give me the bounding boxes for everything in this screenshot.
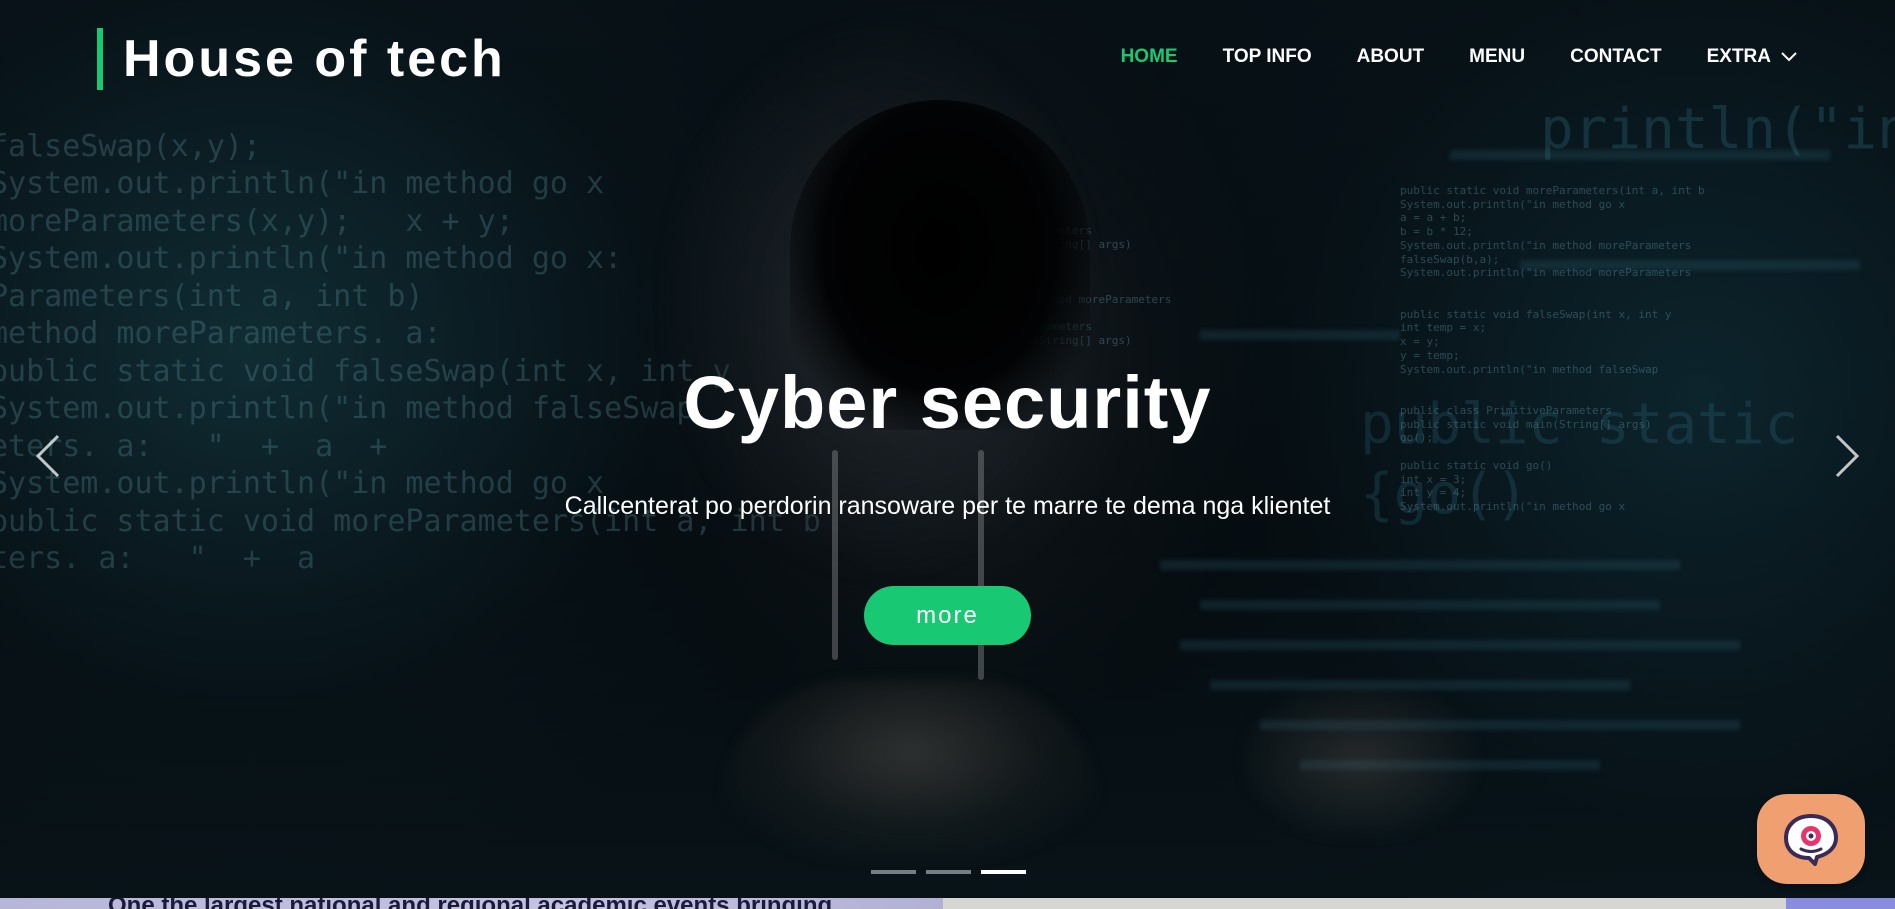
nav-item-contact[interactable]: CONTACT (1570, 46, 1661, 68)
carousel-indicator-3[interactable] (981, 870, 1026, 874)
next-section-teaser: One the largest national and regional ac… (108, 898, 832, 909)
carousel-indicator-2[interactable] (926, 870, 971, 874)
main-nav: HOME TOP INFO ABOUT MENU CONTACT EXTRA (1076, 46, 1797, 68)
hero-subtitle: Callcenterat po perdorin ransoware per t… (564, 492, 1331, 520)
nav-item-top-info[interactable]: TOP INFO (1223, 46, 1312, 68)
nav-item-menu[interactable]: MENU (1469, 46, 1525, 68)
chat-bubble-icon (1784, 814, 1838, 866)
hero-carousel: falseSwap(x,y); System.out.println("in m… (0, 0, 1895, 898)
nav-item-about[interactable]: ABOUT (1357, 46, 1425, 68)
chat-widget-button[interactable] (1757, 794, 1865, 884)
nav-item-extra[interactable]: EXTRA (1707, 46, 1797, 68)
next-section-preview: One the largest national and regional ac… (0, 898, 1895, 909)
code-backdrop-right: public static void moreParameters(int a,… (1400, 183, 1705, 513)
hand-image-right (1240, 680, 1480, 840)
brand-logo[interactable]: House of tech (97, 28, 506, 90)
carousel-indicators (871, 870, 1026, 874)
hand-image (720, 680, 1100, 860)
chevron-down-icon (1781, 52, 1797, 62)
nav-item-home[interactable]: HOME (1121, 46, 1178, 68)
more-button[interactable]: more (864, 586, 1031, 645)
carousel-indicator-1[interactable] (871, 870, 916, 874)
hero-title: Cyber security (683, 361, 1212, 444)
brand-name[interactable]: House of tech (123, 33, 506, 85)
